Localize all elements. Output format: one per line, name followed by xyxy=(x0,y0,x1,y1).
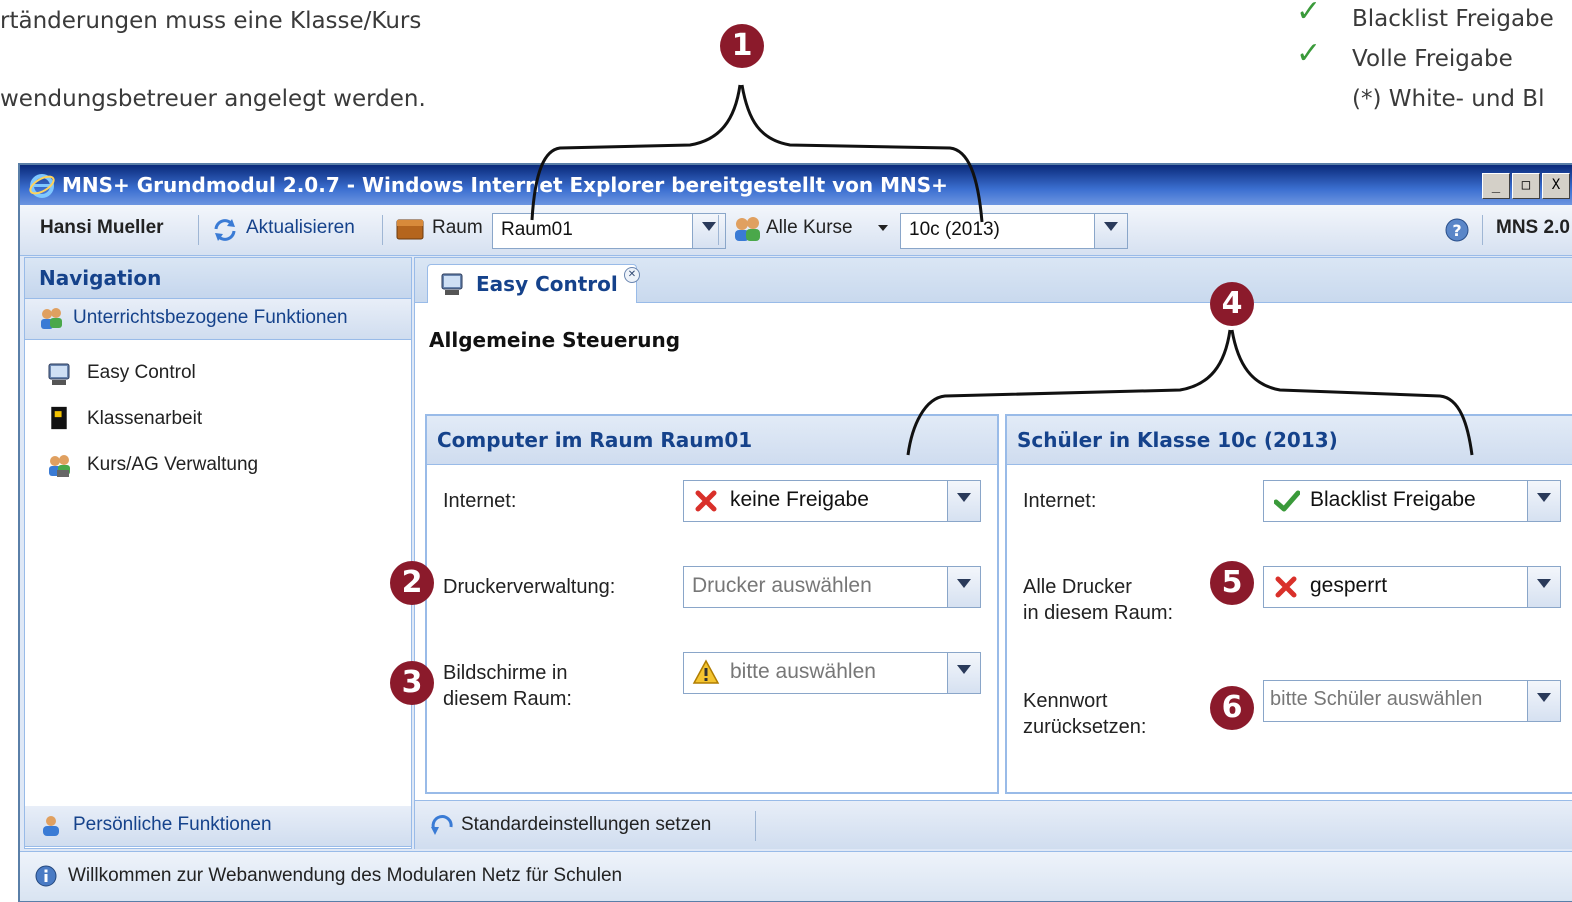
callout-6: 6 xyxy=(1210,686,1254,730)
callout-1: 1 xyxy=(720,24,764,68)
callout-3: 3 xyxy=(390,661,434,705)
callout-5: 5 xyxy=(1210,561,1254,605)
callout-4: 4 xyxy=(1210,282,1254,326)
callout-2: 2 xyxy=(390,561,434,605)
annotation-bracket-1 xyxy=(530,84,1474,456)
